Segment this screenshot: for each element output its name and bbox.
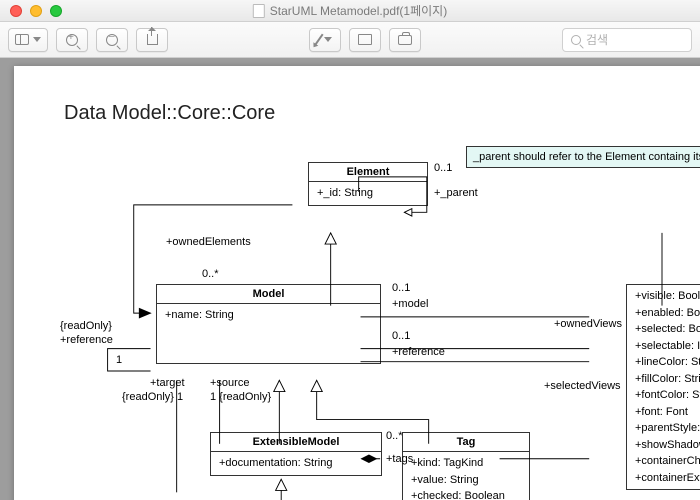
chevron-down-icon (324, 37, 332, 42)
label-role: +source (210, 377, 249, 389)
sidebar-icon (15, 34, 29, 45)
class-attrs: +kind: TagKind +value: String +checked: … (403, 452, 529, 500)
toolbox-icon (398, 35, 412, 45)
label-role: +target (150, 377, 185, 389)
class-tag: Tag +kind: TagKind +value: String +check… (402, 432, 530, 500)
label-role: +reference (60, 334, 113, 346)
share-button[interactable] (136, 28, 168, 52)
label-readonly: {readOnly} (60, 320, 112, 332)
label-owned-elements: +ownedElements (166, 236, 251, 248)
label-mult: 0..1 (392, 330, 410, 342)
class-name: ExtensibleModel (211, 433, 381, 452)
sidebar-toggle-button[interactable] (8, 28, 48, 52)
class-attrs: +_id: String (309, 182, 427, 205)
document-viewport[interactable]: Data Model::Core::Core _parent should re… (0, 58, 700, 500)
chevron-down-icon (33, 37, 41, 42)
toolbox-button[interactable] (389, 28, 421, 52)
class-attrs: +documentation: String (211, 452, 381, 475)
share-icon (147, 34, 158, 45)
label-tag: {readOnly} 1 (122, 391, 183, 403)
class-element: Element +_id: String (308, 162, 428, 206)
label-role: +tags (386, 453, 413, 465)
class-name: Model (157, 285, 380, 304)
toolbar: 검색 (0, 22, 700, 58)
window-title-text: StarUML Metamodel.pdf(1페이지) (270, 2, 447, 19)
label-mult: 0..1 (434, 162, 452, 174)
search-input[interactable]: 검색 (562, 28, 692, 52)
search-icon (571, 35, 581, 45)
label-mult: 0..* (202, 268, 219, 280)
label-mult: 0..* (386, 430, 403, 442)
class-extensible-model: ExtensibleModel +documentation: String (210, 432, 382, 476)
label-role: +_parent (434, 187, 478, 199)
zoom-in-icon (66, 34, 78, 46)
zoom-out-icon (106, 34, 118, 46)
class-attrs: +name: String (157, 304, 380, 327)
zoom-in-button[interactable] (56, 28, 88, 52)
pen-icon (314, 34, 323, 46)
label-role: +reference (392, 346, 445, 358)
close-icon[interactable] (10, 5, 22, 17)
titlebar: StarUML Metamodel.pdf(1페이지) (0, 0, 700, 22)
window-controls (0, 5, 62, 17)
class-view: +visible: Boolean +enabled: Boolean +sel… (626, 284, 700, 490)
document-icon (253, 4, 265, 18)
label-tag: 1 {readOnly} (210, 391, 271, 403)
label-role: +model (392, 298, 428, 310)
uml-diagram: _parent should refer to the Element cont… (74, 144, 700, 500)
uml-note: _parent should refer to the Element cont… (466, 146, 700, 168)
markup-button[interactable] (309, 28, 341, 52)
zoom-icon[interactable] (50, 5, 62, 17)
window-title: StarUML Metamodel.pdf(1페이지) (253, 2, 447, 19)
class-model: Model +name: String (156, 284, 381, 364)
minimize-icon[interactable] (30, 5, 42, 17)
label-role: +selectedViews (544, 380, 621, 392)
class-attrs: +visible: Boolean +enabled: Boolean +sel… (627, 285, 700, 489)
crop-button[interactable] (349, 28, 381, 52)
pdf-page: Data Model::Core::Core _parent should re… (14, 66, 700, 500)
class-name: Element (309, 163, 427, 182)
zoom-out-button[interactable] (96, 28, 128, 52)
page-title: Data Model::Core::Core (64, 102, 275, 125)
class-name: Tag (403, 433, 529, 452)
label-role: +ownedViews (554, 318, 622, 330)
label-mult: 0..1 (392, 282, 410, 294)
rectangle-icon (358, 34, 372, 45)
search-placeholder: 검색 (586, 31, 608, 48)
label-mult: 1 (116, 354, 122, 366)
